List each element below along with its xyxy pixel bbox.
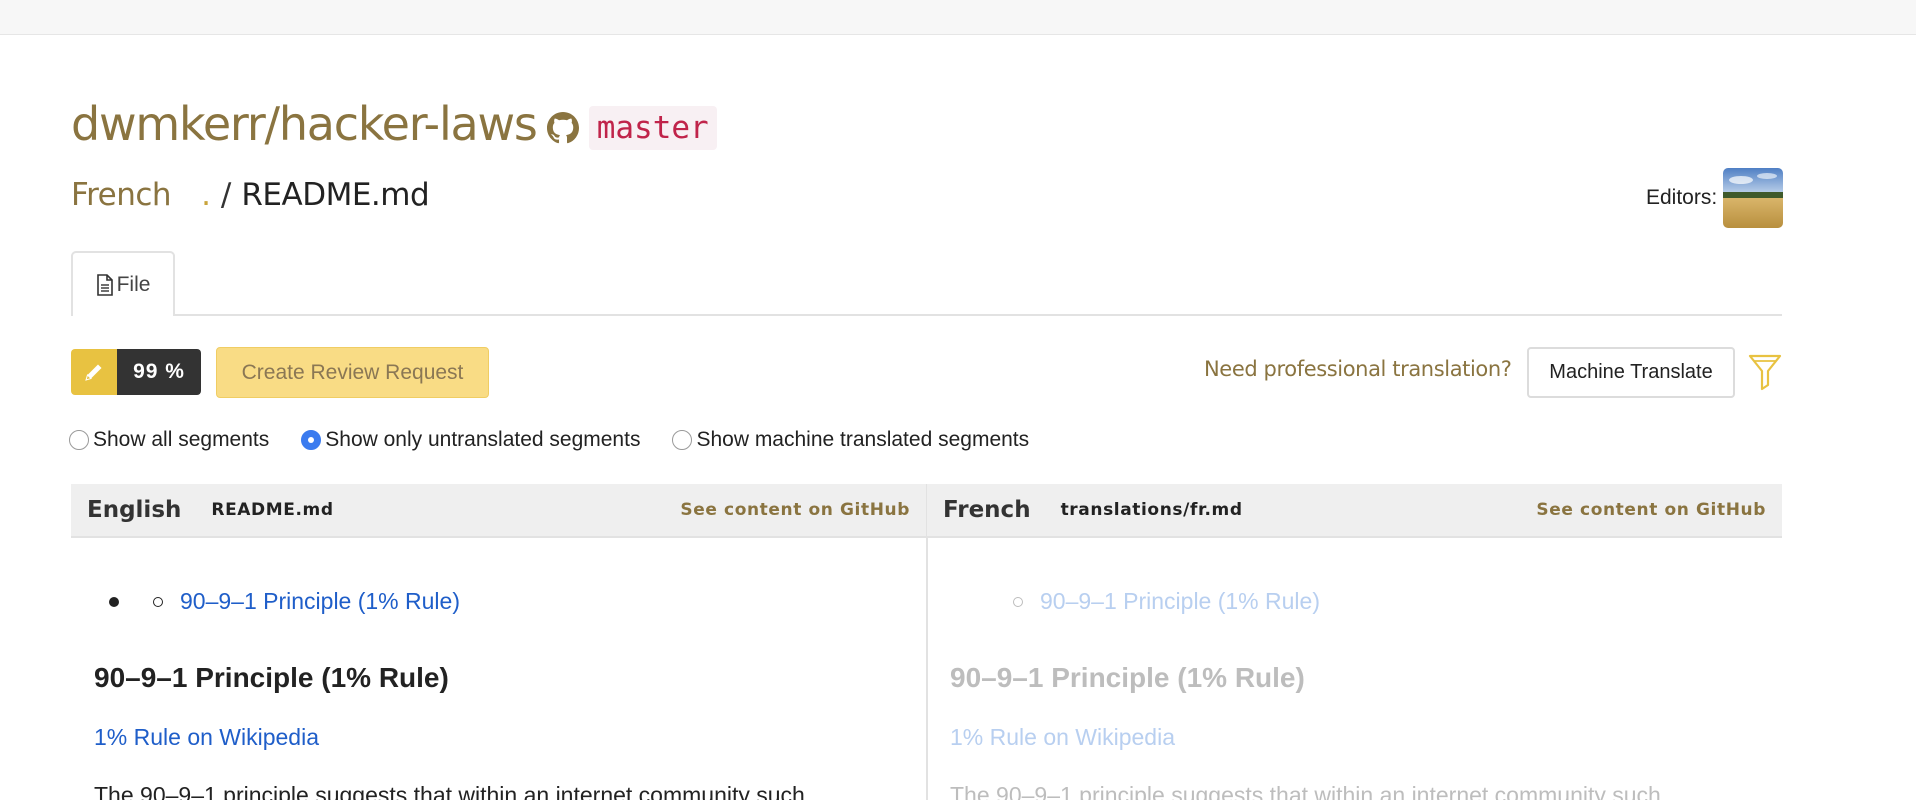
target-content: 90–9–1 Principle (1% Rule) 90–9–1 Princi… xyxy=(927,538,1782,800)
editors-label: Editors: xyxy=(1646,186,1718,209)
paragraph-text: The 90–9–1 principle suggests that withi… xyxy=(94,782,805,800)
tab-file[interactable]: File xyxy=(71,251,175,316)
wikipedia-link[interactable]: 1% Rule on Wikipedia xyxy=(950,724,1175,751)
bullet-circle xyxy=(153,596,163,607)
radio-button[interactable] xyxy=(672,430,693,450)
root-path-link[interactable]: . xyxy=(201,175,211,215)
wikipedia-link[interactable]: 1% Rule on Wikipedia xyxy=(94,724,319,751)
file-icon xyxy=(96,273,113,296)
radio-show-all[interactable]: Show all segments xyxy=(69,428,269,452)
target-pane-header: French translations/fr.md See content on… xyxy=(927,484,1782,538)
target-github-link[interactable]: See content on GitHub xyxy=(1536,500,1766,520)
tab-file-label: File xyxy=(116,272,151,296)
source-language: English xyxy=(87,497,182,523)
top-navbar xyxy=(0,0,1916,35)
path-separator: / xyxy=(220,177,232,213)
editors: Editors: xyxy=(1646,168,1784,228)
paragraph-text: The 90–9–1 principle suggests that withi… xyxy=(950,782,1661,800)
branch-badge: master xyxy=(588,106,717,150)
translation-progress: 99 % xyxy=(71,349,201,395)
repo-name-link[interactable]: dwmkerr/hacker-laws xyxy=(71,94,538,154)
target-file: translations/fr.md xyxy=(1060,500,1243,520)
file-name: README.md xyxy=(241,177,430,213)
radio-label: Show machine translated segments xyxy=(696,428,1030,451)
progress-percentage: 99 % xyxy=(117,349,201,395)
breadcrumb: French . / README.md xyxy=(71,175,430,215)
section-heading: 90–9–1 Principle (1% Rule) xyxy=(94,662,449,693)
section-heading: 90–9–1 Principle (1% Rule) xyxy=(950,662,1305,693)
repo-header: dwmkerr/hacker-laws master xyxy=(71,94,717,154)
source-content: 90–9–1 Principle (1% Rule) 90–9–1 Princi… xyxy=(71,538,926,800)
radio-button-selected[interactable] xyxy=(301,430,322,450)
github-icon[interactable] xyxy=(546,112,579,144)
radio-show-untranslated[interactable]: Show only untranslated segments xyxy=(301,428,640,452)
target-pane: French translations/fr.md See content on… xyxy=(927,484,1782,800)
machine-translate-button[interactable]: Machine Translate xyxy=(1527,347,1735,398)
filter-icon[interactable] xyxy=(1748,353,1782,391)
toc-link[interactable]: 90–9–1 Principle (1% Rule) xyxy=(180,588,460,615)
toc-link[interactable]: 90–9–1 Principle (1% Rule) xyxy=(1040,588,1320,615)
radio-show-machine-translated[interactable]: Show machine translated segments xyxy=(672,428,1029,452)
list-item: 90–9–1 Principle (1% Rule) xyxy=(109,588,460,615)
source-file: README.md xyxy=(211,500,334,520)
radio-label: Show all segments xyxy=(93,428,270,451)
language-link[interactable]: French xyxy=(71,175,172,215)
source-github-link[interactable]: See content on GitHub xyxy=(680,500,910,520)
target-language: French xyxy=(943,497,1031,523)
professional-translation-link[interactable]: Need professional translation? xyxy=(1204,357,1512,381)
bullet-disc xyxy=(109,596,119,607)
segment-filter: Show all segments Show only untranslated… xyxy=(69,428,1061,452)
list-item: 90–9–1 Principle (1% Rule) xyxy=(1013,588,1320,615)
pencil-icon xyxy=(71,349,117,395)
editor-avatar[interactable] xyxy=(1723,168,1784,228)
bullet-circle xyxy=(1013,596,1023,607)
source-pane: English README.md See content on GitHub … xyxy=(71,484,926,800)
create-review-request-button[interactable]: Create Review Request xyxy=(216,347,489,398)
tabs-divider xyxy=(71,314,1782,316)
source-pane-header: English README.md See content on GitHub xyxy=(71,484,926,538)
radio-label: Show only untranslated segments xyxy=(325,428,641,451)
radio-button[interactable] xyxy=(69,430,89,450)
